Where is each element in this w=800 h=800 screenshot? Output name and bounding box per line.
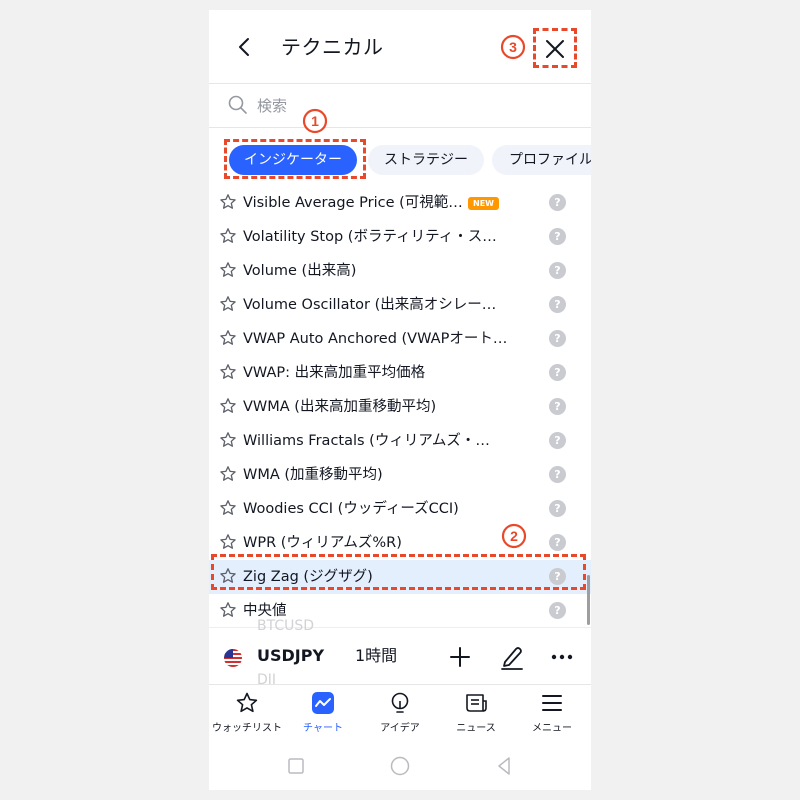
- more-options-button[interactable]: [549, 644, 575, 670]
- symbol-name[interactable]: USDJPY: [257, 644, 324, 668]
- tab-strategies[interactable]: ストラテジー: [368, 145, 484, 175]
- search-icon: [228, 95, 247, 114]
- tab-profiles[interactable]: プロファイル: [492, 145, 591, 175]
- annotation-number-1: 1: [302, 108, 328, 134]
- help-icon[interactable]: ?: [549, 262, 566, 279]
- new-badge: NEW: [468, 197, 499, 210]
- symbol-bar: BTCUSD DJI USDJPY 1時間: [209, 618, 591, 688]
- favorite-star-icon[interactable]: [219, 431, 237, 449]
- help-icon[interactable]: ?: [549, 330, 566, 347]
- help-icon[interactable]: ?: [549, 602, 566, 619]
- favorite-star-icon[interactable]: [219, 329, 237, 347]
- ghost-symbol-above: BTCUSD: [257, 618, 315, 634]
- nav-label: アイデア: [380, 723, 420, 734]
- indicator-label: Woodies CCI (ウッディーズCCI): [243, 501, 459, 517]
- star-icon: [236, 692, 258, 713]
- indicator-row[interactable]: WMA (加重移動平均)?: [209, 458, 591, 492]
- favorite-star-icon[interactable]: [219, 397, 237, 415]
- system-nav-bar: [209, 742, 591, 790]
- help-icon[interactable]: ?: [549, 534, 566, 551]
- indicator-label: WPR (ウィリアムズ%R): [243, 535, 402, 551]
- nav-label: ウォッチリスト: [212, 723, 282, 734]
- add-indicator-button[interactable]: [447, 644, 473, 670]
- list-scrollbar[interactable]: [587, 575, 590, 625]
- chevron-left-icon: [239, 38, 249, 56]
- nav-chart[interactable]: チャート: [285, 685, 361, 743]
- nav-watchlist[interactable]: ウォッチリスト: [209, 685, 285, 743]
- indicator-label: VWAP: 出来高加重平均価格: [243, 365, 426, 381]
- indicator-row[interactable]: Volume Oscillator (出来高オシレー…?: [209, 288, 591, 322]
- svg-text:1: 1: [311, 113, 319, 129]
- help-icon[interactable]: ?: [549, 500, 566, 517]
- indicator-label: Visible Average Price (可視範…: [243, 195, 463, 211]
- favorite-star-icon[interactable]: [219, 261, 237, 279]
- nav-label: メニュー: [532, 723, 572, 734]
- help-icon[interactable]: ?: [549, 364, 566, 381]
- drawing-tools-button[interactable]: [499, 643, 525, 671]
- annotation-box-tab: [224, 139, 366, 179]
- bottom-nav: ウォッチリスト チャート アイデア ニュース メニュー: [209, 684, 591, 742]
- favorite-star-icon[interactable]: [219, 193, 237, 211]
- indicator-row[interactable]: Volume (出来高)?: [209, 254, 591, 288]
- svg-text:2: 2: [510, 528, 518, 544]
- nav-label: ニュース: [456, 723, 496, 734]
- app-screen: テクニカル インジケーター ストラテジー プロファイル Visible Aver…: [209, 10, 591, 790]
- nav-ideas[interactable]: アイデア: [362, 685, 438, 743]
- favorite-star-icon[interactable]: [219, 499, 237, 517]
- annotation-box-row: [211, 554, 586, 590]
- help-icon[interactable]: ?: [549, 228, 566, 245]
- more-horizontal-icon: [551, 654, 573, 660]
- menu-icon: [542, 695, 562, 711]
- indicator-label: VWMA (出来高加重移動平均): [243, 399, 437, 415]
- news-icon: [466, 694, 487, 712]
- indicator-label: Volume Oscillator (出来高オシレー…: [243, 297, 497, 313]
- plus-icon: [450, 647, 470, 667]
- indicator-label: Volatility Stop (ボラティリティ・ス…: [243, 229, 497, 245]
- usd-flag-icon: [224, 649, 242, 667]
- home-icon[interactable]: [388, 754, 412, 778]
- favorite-star-icon[interactable]: [219, 227, 237, 245]
- favorite-star-icon[interactable]: [219, 465, 237, 483]
- indicator-label: Volume (出来高): [243, 263, 357, 279]
- indicator-row[interactable]: Visible Average Price (可視範… NEW?: [209, 186, 591, 220]
- indicator-row[interactable]: Williams Fractals (ウィリアムズ・…?: [209, 424, 591, 458]
- favorite-star-icon[interactable]: [219, 601, 237, 619]
- annotation-number-2: 2: [501, 523, 527, 549]
- favorite-star-icon[interactable]: [219, 295, 237, 313]
- idea-icon: [391, 692, 409, 713]
- back-triangle-icon[interactable]: [492, 754, 516, 778]
- indicator-label: VWAP Auto Anchored (VWAPオート…: [243, 331, 508, 347]
- recent-apps-icon[interactable]: [284, 754, 308, 778]
- pen-icon: [501, 647, 523, 670]
- indicator-row[interactable]: VWMA (出来高加重移動平均)?: [209, 390, 591, 424]
- annotation-number-3: 3: [500, 34, 526, 60]
- nav-news[interactable]: ニュース: [438, 685, 514, 743]
- indicator-label: Williams Fractals (ウィリアムズ・…: [243, 433, 490, 449]
- favorite-star-icon[interactable]: [219, 533, 237, 551]
- indicator-row[interactable]: VWAP Auto Anchored (VWAPオート…?: [209, 322, 591, 356]
- svg-text:3: 3: [509, 39, 517, 55]
- back-button[interactable]: [231, 32, 259, 62]
- page-title: テクニカル: [281, 35, 384, 59]
- nav-label: チャート: [303, 723, 343, 734]
- indicator-row[interactable]: Woodies CCI (ウッディーズCCI)?: [209, 492, 591, 526]
- search-bar: [209, 84, 591, 128]
- indicator-label: WMA (加重移動平均): [243, 467, 383, 483]
- favorite-star-icon[interactable]: [219, 363, 237, 381]
- annotation-box-close: [533, 28, 577, 68]
- help-icon[interactable]: ?: [549, 466, 566, 483]
- help-icon[interactable]: ?: [549, 296, 566, 313]
- help-icon[interactable]: ?: [549, 194, 566, 211]
- interval-selector[interactable]: 1時間: [355, 644, 397, 668]
- help-icon[interactable]: ?: [549, 432, 566, 449]
- help-icon[interactable]: ?: [549, 398, 566, 415]
- indicator-row[interactable]: Volatility Stop (ボラティリティ・ス…?: [209, 220, 591, 254]
- nav-menu[interactable]: メニュー: [514, 685, 590, 743]
- chart-icon: [312, 692, 334, 714]
- indicator-row[interactable]: VWAP: 出来高加重平均価格?: [209, 356, 591, 390]
